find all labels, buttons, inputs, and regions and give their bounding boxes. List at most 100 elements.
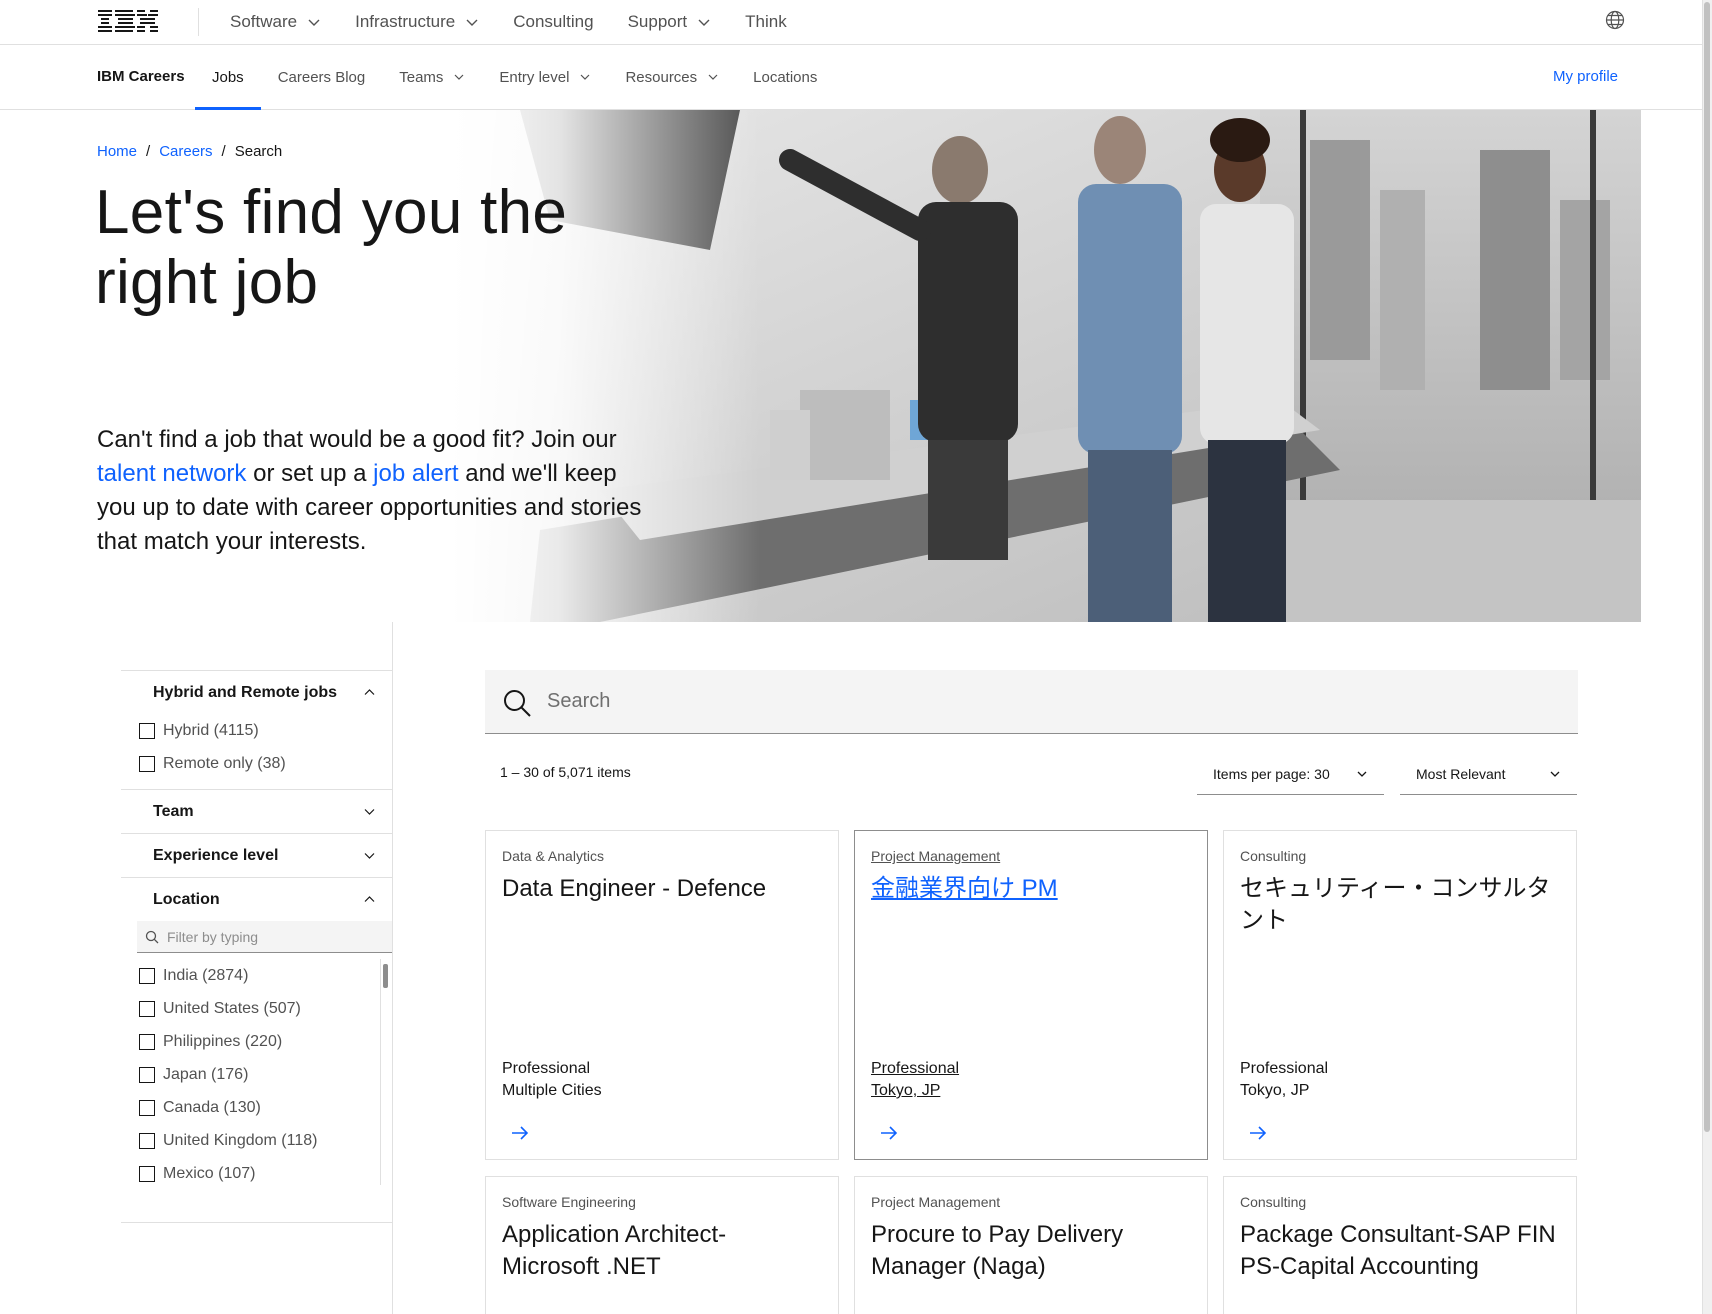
breadcrumb-careers[interactable]: Careers: [159, 143, 212, 160]
filter-option-label: United States (507): [163, 999, 301, 1017]
filter-option-india[interactable]: India (2874): [121, 959, 392, 992]
location-options-list[interactable]: India (2874) United States (507) Philipp…: [121, 959, 392, 1192]
job-title: Application Architect- Microsoft .NET: [502, 1221, 727, 1280]
arrow-right-icon: [881, 1126, 898, 1140]
filter-option-label: Canada (130): [163, 1098, 261, 1116]
checkbox[interactable]: [139, 722, 155, 739]
subnav-item-label: Jobs: [212, 68, 244, 86]
sort-value: Most Relevant: [1416, 765, 1506, 782]
filter-option-label: United Kingdom (118): [163, 1131, 318, 1149]
location-filter-field: [137, 921, 392, 953]
chevron-down-icon: [454, 74, 464, 80]
filter-option-label: Remote only (38): [163, 754, 286, 772]
hero-description: Can't find a job that would be a good fi…: [97, 423, 657, 559]
chevron-down-icon: [364, 853, 375, 859]
search-icon: [504, 690, 531, 717]
filter-option-label: Mexico (107): [163, 1164, 256, 1182]
masthead-item-label: Support: [627, 12, 688, 31]
job-card[interactable]: Software Engineering Application Archite…: [485, 1176, 839, 1314]
filter-option-hybrid[interactable]: Hybrid (4115): [121, 714, 392, 747]
chevron-down-icon: [581, 74, 590, 80]
chevron-down-icon: [1357, 771, 1367, 777]
filter-option-mexico[interactable]: Mexico (107): [121, 1157, 392, 1190]
checkbox[interactable]: [139, 755, 155, 772]
filter-option-philippines[interactable]: Philippines (220): [121, 1025, 392, 1058]
sort-dropdown[interactable]: Most Relevant: [1400, 753, 1577, 795]
masthead-item-infrastructure[interactable]: Infrastructure: [338, 0, 496, 44]
filter-team: Team: [121, 789, 392, 833]
ibm-logo[interactable]: [98, 8, 158, 33]
job-card[interactable]: Project Management 金融業界向け PM Professiona…: [854, 830, 1208, 1160]
subnav-item-resources[interactable]: Resources: [608, 45, 736, 109]
masthead-item-think[interactable]: Think: [728, 0, 804, 44]
masthead-item-consulting[interactable]: Consulting: [496, 0, 610, 44]
job-card[interactable]: Project Management Procure to Pay Delive…: [854, 1176, 1208, 1314]
filter-option-united-kingdom[interactable]: United Kingdom (118): [121, 1124, 392, 1157]
subnav-items: Jobs Careers Blog Teams Entry level Reso…: [195, 45, 834, 110]
subnav-item-locations[interactable]: Locations: [736, 45, 834, 109]
job-level: Professional: [502, 1060, 591, 1077]
search-icon: [145, 930, 159, 944]
filter-option-united-states[interactable]: United States (507): [121, 992, 392, 1025]
subnav-item-label: Teams: [399, 68, 444, 86]
subnav-item-label: Locations: [753, 68, 818, 86]
checkbox[interactable]: [139, 1165, 155, 1182]
job-category: Consulting: [1240, 1194, 1307, 1210]
chevron-down-icon: [1550, 771, 1560, 777]
items-per-page-value: Items per page: 30: [1213, 765, 1330, 782]
job-card[interactable]: Consulting セキュリティー・コンサルタント Professional …: [1223, 830, 1577, 1160]
job-search-input[interactable]: [547, 670, 1547, 733]
job-location: Tokyo, JP: [1240, 1082, 1310, 1099]
subnav-item-careers-blog[interactable]: Careers Blog: [261, 45, 383, 109]
filter-section-title: Team: [153, 802, 194, 820]
checkbox[interactable]: [139, 967, 155, 984]
checkbox[interactable]: [139, 1033, 155, 1050]
checkbox[interactable]: [139, 1132, 155, 1149]
filter-location-header[interactable]: Location: [121, 878, 392, 921]
masthead: Software Infrastructure Consulting Suppo…: [0, 0, 1702, 45]
subnav-item-teams[interactable]: Teams: [382, 45, 482, 109]
location-list-scrollbar[interactable]: [380, 959, 390, 1185]
filter-hybrid-remote-header[interactable]: Hybrid and Remote jobs: [121, 671, 392, 714]
filter-experience-level-header[interactable]: Experience level: [121, 834, 392, 877]
globe-icon[interactable]: [1604, 9, 1626, 31]
my-profile-link[interactable]: My profile: [1553, 45, 1618, 109]
filter-option-label: Hybrid (4115): [163, 721, 259, 739]
checkbox[interactable]: [139, 1099, 155, 1116]
masthead-item-support[interactable]: Support: [611, 0, 729, 44]
filter-section-title: Experience level: [153, 846, 279, 864]
job-category: Consulting: [1240, 848, 1307, 864]
filter-option-japan[interactable]: Japan (176): [121, 1058, 392, 1091]
chevron-down-icon: [364, 809, 375, 815]
talent-network-link[interactable]: talent network: [97, 460, 246, 487]
filter-section-title: Location: [153, 890, 220, 908]
job-card[interactable]: Data & Analytics Data Engineer - Defence…: [485, 830, 839, 1160]
subnav-brand[interactable]: IBM Careers: [97, 45, 185, 109]
job-level: Professional: [1240, 1060, 1329, 1077]
checkbox[interactable]: [139, 1000, 155, 1017]
filter-hybrid-remote: Hybrid and Remote jobs Hybrid (4115) Rem…: [121, 670, 392, 780]
filter-team-header[interactable]: Team: [121, 790, 392, 833]
subnav-item-label: Entry level: [499, 68, 570, 86]
location-filter-input[interactable]: [167, 921, 387, 952]
filter-option-canada[interactable]: Canada (130): [121, 1091, 392, 1124]
subnav-item-jobs[interactable]: Jobs: [195, 45, 261, 110]
breadcrumb-home[interactable]: Home: [97, 143, 137, 160]
job-card[interactable]: Consulting Package Consultant-SAP FIN PS…: [1223, 1176, 1577, 1314]
results-count: 1 – 30 of 5,071 items: [500, 764, 631, 780]
filter-option-remote-only[interactable]: Remote only (38): [121, 747, 392, 780]
items-per-page-dropdown[interactable]: Items per page: 30: [1197, 753, 1384, 795]
breadcrumb-current: Search: [234, 143, 283, 160]
checkbox[interactable]: [139, 1066, 155, 1083]
subnav-item-entry-level[interactable]: Entry level: [482, 45, 608, 109]
job-alert-link[interactable]: job alert: [373, 460, 458, 487]
job-category: Project Management: [871, 848, 1001, 864]
masthead-divider: [198, 8, 199, 36]
location-list-scrollbar-thumb[interactable]: [383, 964, 388, 988]
filter-section-title: Hybrid and Remote jobs: [153, 683, 338, 701]
chevron-up-icon: [364, 896, 375, 902]
careers-subnav: IBM Careers Jobs Careers Blog Teams Entr…: [0, 45, 1702, 110]
page-scrollbar-thumb[interactable]: [1704, 2, 1710, 1132]
masthead-item-label: Infrastructure: [355, 12, 456, 31]
masthead-item-software[interactable]: Software: [213, 0, 338, 44]
